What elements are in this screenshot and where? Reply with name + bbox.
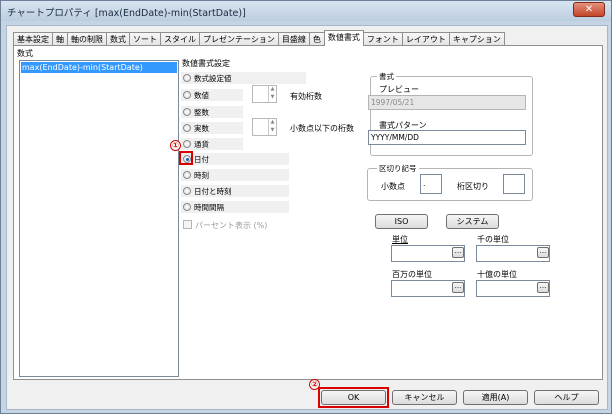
- cancel-button[interactable]: キャンセル: [392, 390, 457, 405]
- decimal-separator-label: 小数点: [381, 182, 405, 191]
- tab-caption[interactable]: キャプション: [448, 32, 505, 46]
- tab-layout[interactable]: レイアウト: [401, 32, 450, 46]
- radio-button-icon: [183, 187, 191, 195]
- tab-gridlines[interactable]: 目盛線: [277, 32, 310, 46]
- tab-axis[interactable]: 軸: [52, 32, 68, 46]
- decimal-digits-label: 小数点以下の桁数: [290, 124, 354, 133]
- radio-button-icon: [183, 91, 191, 99]
- tab-presentation[interactable]: プレゼンテーション: [199, 32, 279, 46]
- billion-unit-label: 十億の単位: [477, 270, 517, 279]
- significant-digits-stepper[interactable]: ▲ ▼: [252, 85, 277, 103]
- spin-up-icon[interactable]: ▲: [268, 119, 276, 127]
- separator-group-title: 区切り記号: [377, 163, 419, 174]
- window-title: チャートプロパティ [max(EndDate)-min(StartDate)]: [7, 8, 246, 19]
- highlight-frame-date: [179, 151, 193, 165]
- title-bar[interactable]: チャートプロパティ [max(EndDate)-min(StartDate)] …: [1, 1, 611, 21]
- unit-label: 単位: [392, 235, 408, 244]
- spin-down-icon[interactable]: ▼: [268, 94, 276, 102]
- help-button[interactable]: ヘルプ: [534, 390, 599, 405]
- radio-expression-default[interactable]: 数式設定値: [181, 72, 306, 84]
- radio-button-icon: [183, 74, 191, 82]
- radio-time[interactable]: 時刻: [181, 169, 289, 181]
- pattern-input[interactable]: YYYY/MM/DD: [368, 130, 526, 145]
- tab-axis-limits[interactable]: 軸の制限: [67, 32, 107, 46]
- radio-button-icon: [183, 140, 191, 148]
- close-button[interactable]: ✕: [573, 2, 605, 17]
- highlight-frame-ok: [318, 387, 389, 408]
- radio-fixed[interactable]: 実数: [181, 122, 243, 134]
- preview-label: プレビュー: [379, 85, 419, 94]
- unit-browse-button[interactable]: ...: [452, 247, 464, 258]
- expressions-heading: 数式: [17, 49, 33, 58]
- thousand-unit-browse-button[interactable]: ...: [537, 247, 549, 258]
- tab-font[interactable]: フォント: [362, 32, 403, 46]
- spin-up-icon[interactable]: ▲: [268, 86, 276, 94]
- billion-unit-browse-button[interactable]: ...: [537, 282, 549, 293]
- radio-button-icon: [183, 203, 191, 211]
- radio-button-icon: [183, 124, 191, 132]
- tab-sort[interactable]: ソート: [129, 32, 161, 46]
- radio-interval[interactable]: 時間間隔: [181, 201, 289, 213]
- decimal-separator-input[interactable]: .: [420, 174, 442, 194]
- properties-dialog: チャートプロパティ [max(EndDate)-min(StartDate)] …: [0, 0, 612, 414]
- step-marker-1: ①: [170, 140, 181, 151]
- radio-date[interactable]: 日付: [181, 153, 289, 165]
- list-item[interactable]: max(EndDate)-min(StartDate): [21, 62, 177, 73]
- thousand-unit-label: 千の単位: [477, 235, 509, 244]
- radio-button-icon: [183, 108, 191, 116]
- significant-digits-label: 有効桁数: [290, 92, 322, 101]
- system-button[interactable]: システム: [446, 214, 499, 229]
- thousands-separator-input[interactable]: [503, 174, 525, 194]
- spin-down-icon[interactable]: ▼: [268, 127, 276, 135]
- radio-button-icon: [183, 171, 191, 179]
- preview-field: 1997/05/21: [368, 95, 526, 110]
- apply-button[interactable]: 適用(A): [463, 390, 528, 405]
- tab-number-format[interactable]: 数値書式: [323, 30, 364, 46]
- format-settings-heading: 数値書式設定: [182, 59, 230, 68]
- percent-checkbox[interactable]: [183, 220, 192, 229]
- million-unit-browse-button[interactable]: ...: [452, 282, 464, 293]
- format-group-title: 書式: [377, 71, 396, 82]
- million-unit-label: 百万の単位: [392, 270, 432, 279]
- decimal-digits-stepper[interactable]: ▲ ▼: [252, 118, 277, 136]
- tab-style[interactable]: スタイル: [160, 32, 200, 46]
- percent-label: パーセント表示 (%): [195, 221, 268, 230]
- thousands-separator-label: 桁区切り: [457, 182, 489, 191]
- radio-number[interactable]: 数値: [181, 89, 243, 101]
- tab-strip: 基本設定 軸 軸の制限 数式 ソート スタイル プレゼンテーション 目盛線 色 …: [13, 30, 505, 46]
- radio-integer[interactable]: 整数: [181, 106, 243, 118]
- expression-list[interactable]: max(EndDate)-min(StartDate): [19, 60, 179, 377]
- tab-colors[interactable]: 色: [308, 32, 325, 46]
- radio-money[interactable]: 通貨: [181, 138, 243, 150]
- tab-basic[interactable]: 基本設定: [13, 32, 53, 46]
- radio-timestamp[interactable]: 日付と時刻: [181, 185, 289, 197]
- iso-button[interactable]: ISO: [375, 214, 428, 229]
- tab-expression[interactable]: 数式: [106, 32, 130, 46]
